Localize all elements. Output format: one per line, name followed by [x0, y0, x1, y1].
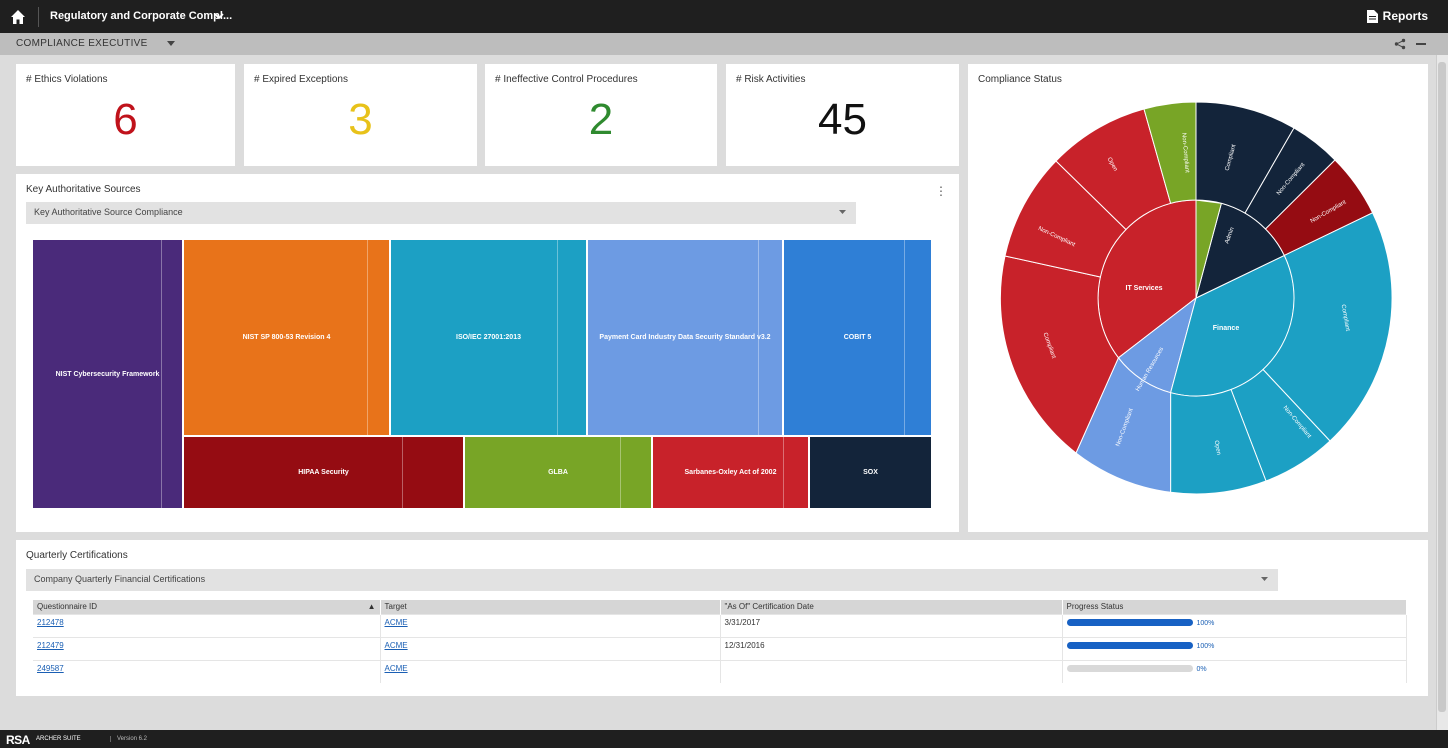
sunburst-label: IT Services	[1126, 285, 1163, 292]
treemap-tile-iso-27001[interactable]: ISO/IEC 27001:2013	[391, 240, 588, 437]
treemap-tile-hipaa[interactable]: HIPAA Security	[184, 437, 465, 510]
rsa-logo: RSA	[6, 733, 30, 747]
quarterly-certifications-panel: Quarterly Certifications Company Quarter…	[16, 540, 1428, 696]
certifications-table: Questionnaire ID ▲ Target "As Of" Certifi…	[33, 600, 1407, 683]
caret-down-icon	[1261, 577, 1268, 581]
kpi-card-ethics-violations[interactable]: # Ethics Violations 6	[16, 64, 235, 166]
column-header-questionnaire-id[interactable]: Questionnaire ID ▲	[33, 600, 381, 614]
progress-percent: 100%	[1196, 642, 1215, 650]
progress-percent: 0%	[1196, 665, 1207, 673]
treemap-tile-cobit[interactable]: COBIT 5	[784, 240, 933, 437]
treemap-tile-glba[interactable]: GLBA	[465, 437, 653, 510]
certification-date: 12/31/2016	[720, 636, 1063, 660]
progress-bar	[1066, 618, 1193, 626]
kpi-label: # Risk Activities	[736, 74, 806, 85]
kpi-card-ineffective-controls[interactable]: # Ineffective Control Procedures 2	[485, 64, 717, 166]
tile-label: ISO/IEC 27001:2013	[456, 334, 521, 341]
source-select[interactable]: Key Authoritative Source Compliance	[26, 202, 856, 224]
target-link[interactable]: ACME	[385, 641, 408, 650]
tile-label: COBIT 5	[843, 334, 872, 341]
select-value: Key Authoritative Source Compliance	[34, 207, 183, 217]
key-authoritative-sources-panel: Key Authoritative Sources ⋮ Key Authorit…	[16, 174, 959, 532]
questionnaire-id-link[interactable]: 212479	[37, 641, 64, 650]
top-navigation-bar: Regulatory and Corporate Compl... Report…	[0, 0, 1448, 33]
column-header-progress[interactable]: Progress Status	[1062, 600, 1407, 614]
questionnaire-id-link[interactable]: 212478	[37, 618, 64, 627]
home-icon[interactable]	[10, 9, 26, 25]
footer-bar: RSA ARCHER SUITE Version 6.2	[0, 730, 1448, 748]
panel-title: Key Authoritative Sources	[26, 184, 141, 195]
panel-title: Quarterly Certifications	[26, 550, 128, 561]
table-row: 212478 ACME 3/31/2017 100%	[33, 613, 1407, 637]
progress-bar	[1066, 641, 1193, 649]
kpi-label: # Expired Exceptions	[254, 74, 348, 85]
caret-down-icon	[839, 210, 846, 214]
chevron-down-icon[interactable]	[214, 11, 224, 21]
kpi-value: 6	[113, 95, 138, 144]
table-row: 212479 ACME 12/31/2016 100%	[33, 636, 1407, 660]
progress-percent: 100%	[1196, 619, 1215, 627]
compliance-status-panel: Compliance Status IT Services Finance Hu…	[968, 64, 1428, 532]
divider	[38, 7, 39, 27]
tile-label: SOX	[863, 469, 878, 476]
kpi-card-risk-activities[interactable]: # Risk Activities 45	[726, 64, 959, 166]
kpi-value: 2	[588, 95, 614, 144]
treemap: NIST Cybersecurity Framework NIST SP 800…	[33, 240, 933, 510]
reports-label: Reports	[1382, 9, 1428, 23]
column-header-target[interactable]: Target	[380, 600, 721, 614]
sort-ascending-icon[interactable]: ▲	[368, 602, 376, 611]
minimize-icon[interactable]	[1416, 43, 1426, 45]
treemap-tile-sox-2002[interactable]: Sarbanes-Oxley Act of 2002	[653, 437, 810, 510]
more-options-icon[interactable]: ⋮	[935, 184, 947, 198]
target-link[interactable]: ACME	[385, 664, 408, 673]
product-name: ARCHER SUITE	[36, 736, 81, 742]
column-header-date[interactable]: "As Of" Certification Date	[720, 600, 1063, 614]
share-icon[interactable]	[1394, 38, 1406, 50]
select-value: Company Quarterly Financial Certificatio…	[34, 574, 206, 584]
kpi-value: 45	[818, 95, 867, 144]
sunburst-label: Finance	[1213, 325, 1240, 332]
panel-title: Compliance Status	[978, 74, 1062, 85]
kpi-label: # Ethics Violations	[26, 74, 108, 85]
treemap-tile-sox[interactable]: SOX	[810, 437, 933, 510]
tile-label: HIPAA Security	[298, 469, 349, 476]
version-label: Version 6.2	[110, 736, 147, 742]
app-title[interactable]: Regulatory and Corporate Compl...	[50, 10, 232, 22]
compliance-sunburst-chart: IT Services Finance Human Resources Admi…	[999, 101, 1393, 495]
tile-label: Payment Card Industry Data Security Stan…	[599, 334, 771, 341]
treemap-tile-nist-csf[interactable]: NIST Cybersecurity Framework	[33, 240, 184, 510]
kpi-card-expired-exceptions[interactable]: # Expired Exceptions 3	[244, 64, 477, 166]
dashboard-title[interactable]: COMPLIANCE EXECUTIVE	[16, 38, 148, 49]
certification-date	[720, 659, 1063, 683]
table-header-row: Questionnaire ID ▲ Target "As Of" Certifi…	[33, 600, 1407, 614]
caret-down-icon[interactable]	[167, 41, 175, 47]
treemap-tile-nist-800-53[interactable]: NIST SP 800-53 Revision 4	[184, 240, 391, 437]
certification-select[interactable]: Company Quarterly Financial Certificatio…	[26, 569, 1278, 591]
progress-bar	[1066, 664, 1193, 672]
report-document-icon	[1366, 9, 1378, 23]
scrollbar-thumb[interactable]	[1438, 62, 1446, 712]
tile-label: NIST SP 800-53 Revision 4	[242, 334, 331, 341]
table-row: 249587 ACME 0%	[33, 659, 1407, 683]
target-link[interactable]: ACME	[385, 618, 408, 627]
tile-label: GLBA	[548, 469, 568, 476]
treemap-tile-pci-dss[interactable]: Payment Card Industry Data Security Stan…	[588, 240, 784, 437]
dashboard-header: COMPLIANCE EXECUTIVE	[0, 33, 1448, 55]
certification-date: 3/31/2017	[720, 613, 1063, 637]
reports-button[interactable]: Reports	[1366, 9, 1428, 23]
kpi-label: # Ineffective Control Procedures	[495, 74, 638, 85]
kpi-value: 3	[348, 95, 373, 144]
questionnaire-id-link[interactable]: 249587	[37, 664, 64, 673]
tile-label: NIST Cybersecurity Framework	[55, 370, 160, 378]
tile-label: Sarbanes-Oxley Act of 2002	[684, 469, 777, 476]
